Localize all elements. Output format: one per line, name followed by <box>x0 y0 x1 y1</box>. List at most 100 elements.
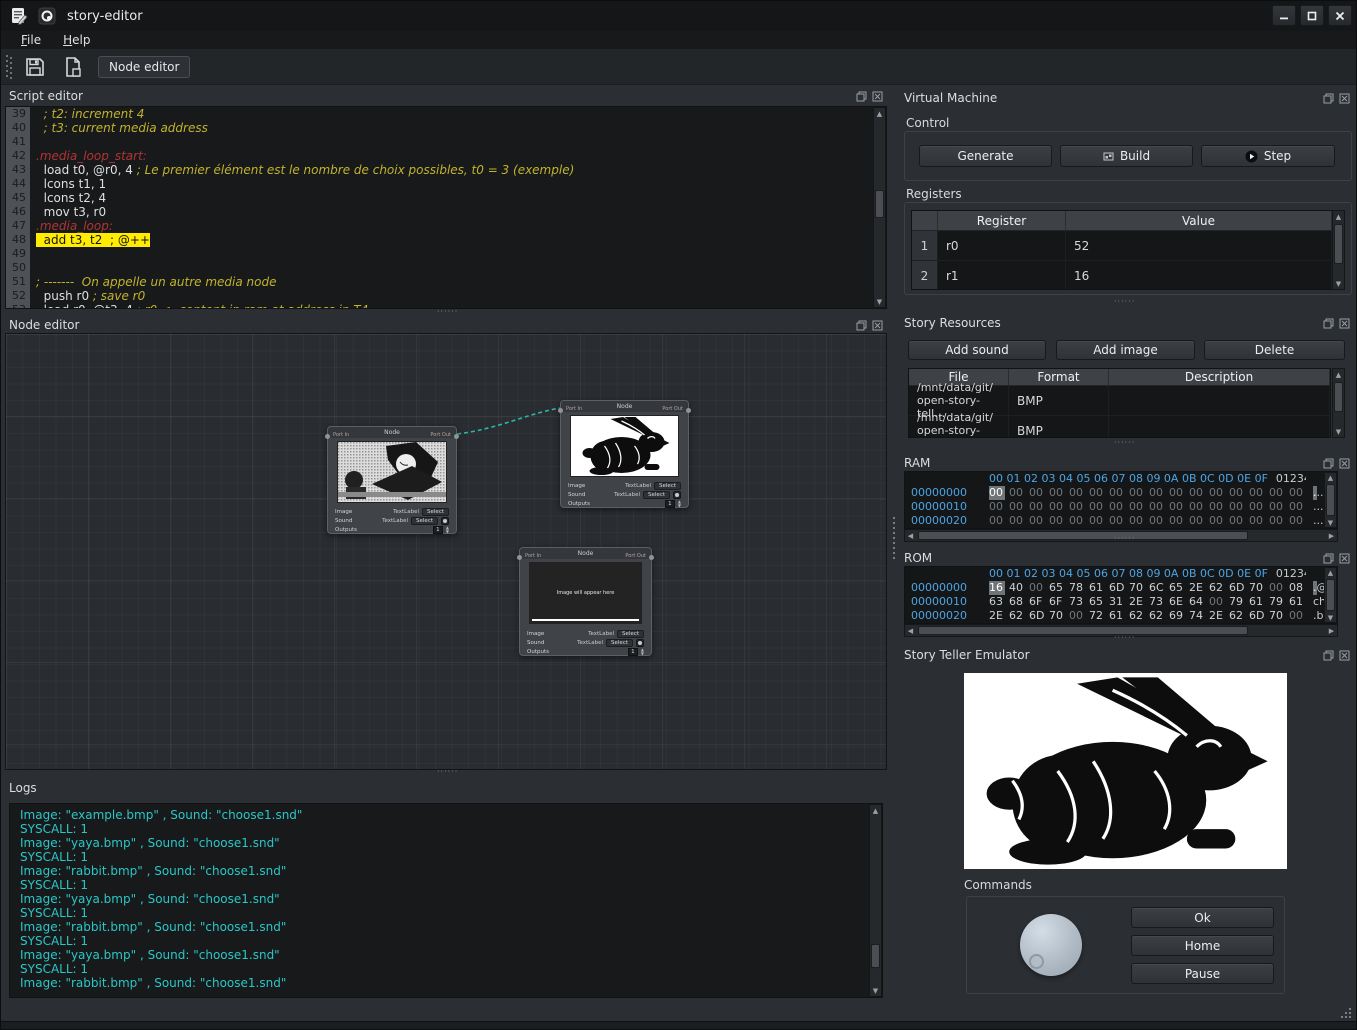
splitter-handle[interactable]: ······ <box>437 769 458 775</box>
hex-byte[interactable]: 00 <box>1049 514 1069 528</box>
hex-bytes[interactable]: 00000000000000000000000000000000 <box>989 486 1309 500</box>
hex-byte[interactable]: 00 <box>989 514 1009 528</box>
scroll-left-arrow[interactable]: ◀ <box>905 625 916 636</box>
hex-byte[interactable]: 61 <box>1289 595 1309 609</box>
maximize-button[interactable] <box>1300 5 1324 26</box>
script-editor-scrollbar[interactable]: ▲ ▼ <box>873 107 886 308</box>
hex-byte[interactable]: 00 <box>1269 486 1289 500</box>
hex-byte[interactable]: 00 <box>1029 486 1049 500</box>
ok-button[interactable]: Ok <box>1131 907 1274 928</box>
menu-help[interactable]: Help <box>55 33 98 47</box>
hex-byte[interactable]: 70 <box>1049 609 1069 623</box>
hex-byte[interactable]: 79 <box>1269 595 1289 609</box>
hex-byte[interactable]: 6F <box>1049 595 1069 609</box>
hex-row[interactable]: 00000010 63686F6F7365312E736E64007961796… <box>905 595 1337 609</box>
hex-byte[interactable]: 00 <box>1009 500 1029 514</box>
home-button[interactable]: Home <box>1131 935 1274 956</box>
code-line[interactable]: 46 mov t3, r0 <box>6 205 886 219</box>
scroll-up-arrow[interactable]: ▲ <box>1325 567 1336 578</box>
hex-byte[interactable]: 2E <box>1189 581 1209 595</box>
image-select-button[interactable]: Select <box>422 508 449 516</box>
hex-byte[interactable]: 00 <box>1049 486 1069 500</box>
hex-byte[interactable]: 00 <box>1009 514 1029 528</box>
hex-byte[interactable]: 00 <box>1049 500 1069 514</box>
scrollbar-thumb[interactable] <box>1326 579 1335 611</box>
float-icon[interactable] <box>855 319 867 331</box>
scrollbar-thumb[interactable] <box>1334 382 1343 412</box>
hex-bytes[interactable]: 00000000000000000000000000000000 <box>989 514 1309 528</box>
resources-scrollbar[interactable]: ▲ ▼ <box>1332 368 1345 438</box>
register-column-header[interactable]: Register <box>938 211 1066 230</box>
hex-byte[interactable]: 00 <box>1089 486 1109 500</box>
hex-byte[interactable]: 00 <box>1109 514 1129 528</box>
add-sound-button[interactable]: Add sound <box>908 340 1046 360</box>
hex-byte[interactable]: 08 <box>1289 581 1309 595</box>
scroll-left-arrow[interactable]: ◀ <box>905 530 916 541</box>
splitter-handle[interactable]: ······ <box>1114 536 1135 542</box>
splitter-handle[interactable]: ······ <box>1114 635 1135 641</box>
hex-byte[interactable]: 78 <box>1069 581 1089 595</box>
close-icon[interactable] <box>1338 649 1350 661</box>
menu-file[interactable]: File <box>13 33 49 47</box>
code-line[interactable]: 52 push r0 ; save r0 <box>6 289 886 303</box>
media-node-empty[interactable]: Node Port In Port Out Image will appear … <box>519 547 652 656</box>
sound-play-button[interactable] <box>673 491 681 499</box>
scrollbar-thumb[interactable] <box>918 626 1248 635</box>
outputs-spinner[interactable]: ▲▼ <box>641 648 644 656</box>
scroll-up-arrow[interactable]: ▲ <box>874 108 885 119</box>
close-icon[interactable] <box>1338 552 1350 564</box>
scroll-down-arrow[interactable]: ▼ <box>1325 612 1336 623</box>
resource-row[interactable]: /mnt/data/git/ open-story-tell… BMP <box>909 416 1330 438</box>
float-icon[interactable] <box>1322 552 1334 564</box>
generate-button[interactable]: Generate <box>919 145 1052 167</box>
close-button[interactable] <box>1328 5 1352 26</box>
hex-byte[interactable]: 73 <box>1069 595 1089 609</box>
scrollbar-thumb[interactable] <box>875 190 884 218</box>
hex-byte[interactable]: 00 <box>1149 500 1169 514</box>
hex-byte[interactable]: 6D <box>1109 581 1129 595</box>
hex-byte[interactable]: 16 <box>989 581 1005 595</box>
outputs-value[interactable]: 1 <box>665 500 675 508</box>
pause-button[interactable]: Pause <box>1131 963 1274 984</box>
node-canvas[interactable]: Node Port In Port Out <box>5 333 887 770</box>
close-icon[interactable] <box>871 319 883 331</box>
add-image-button[interactable]: Add image <box>1056 340 1195 360</box>
code-line[interactable]: 51 ; ------- On appelle un autre media n… <box>6 275 886 289</box>
code-line[interactable]: 47 .media_loop: <box>6 219 886 233</box>
hex-byte[interactable]: 61 <box>1249 595 1269 609</box>
hex-byte[interactable]: 65 <box>1169 581 1189 595</box>
media-node-yaya[interactable]: Node Port In Port Out <box>327 426 457 534</box>
hex-byte[interactable]: 2E <box>1129 595 1149 609</box>
sound-select-button[interactable]: Select <box>411 517 438 525</box>
hex-byte[interactable]: 6F <box>1029 595 1049 609</box>
ram-vscrollbar[interactable]: ▲ ▼ <box>1324 472 1337 528</box>
minimize-button[interactable] <box>1272 5 1296 26</box>
hex-byte[interactable]: 00 <box>1029 514 1049 528</box>
hex-byte[interactable]: 70 <box>1129 581 1149 595</box>
resources-table[interactable]: File Format Description /mnt/data/git/ o… <box>908 368 1331 438</box>
description-column-header[interactable]: Description <box>1109 369 1330 385</box>
scroll-up-arrow[interactable]: ▲ <box>1333 369 1344 380</box>
sound-select-button[interactable]: Select <box>606 639 633 647</box>
hex-byte[interactable]: 00 <box>989 486 1005 500</box>
rom-vscrollbar[interactable]: ▲ ▼ <box>1324 567 1337 623</box>
sound-play-button[interactable] <box>636 639 644 647</box>
scrollbar-thumb[interactable] <box>1334 224 1343 264</box>
hex-byte[interactable]: 00 <box>1149 514 1169 528</box>
code-line[interactable]: 40 ; t3: current media address <box>6 121 886 135</box>
close-icon[interactable] <box>1338 92 1350 104</box>
hex-byte[interactable]: 00 <box>1089 514 1109 528</box>
hex-byte[interactable]: 69 <box>1169 609 1189 623</box>
node-editor-toggle-button[interactable]: Node editor <box>98 56 190 78</box>
value-column-header[interactable]: Value <box>1066 211 1332 230</box>
hex-byte[interactable]: 00 <box>1189 500 1209 514</box>
hex-byte[interactable]: 00 <box>1109 486 1129 500</box>
hex-byte[interactable]: 00 <box>1169 500 1189 514</box>
logs-scrollbar[interactable]: ▲ ▼ <box>869 804 882 997</box>
step-button[interactable]: Step <box>1201 145 1335 167</box>
hex-bytes[interactable]: 00000000000000000000000000000000 <box>989 500 1309 514</box>
hex-byte[interactable]: 00 <box>1289 609 1309 623</box>
hex-byte[interactable]: 62 <box>1209 581 1229 595</box>
outputs-value[interactable]: 1 <box>628 648 638 656</box>
outputs-value[interactable]: 1 <box>433 526 443 534</box>
